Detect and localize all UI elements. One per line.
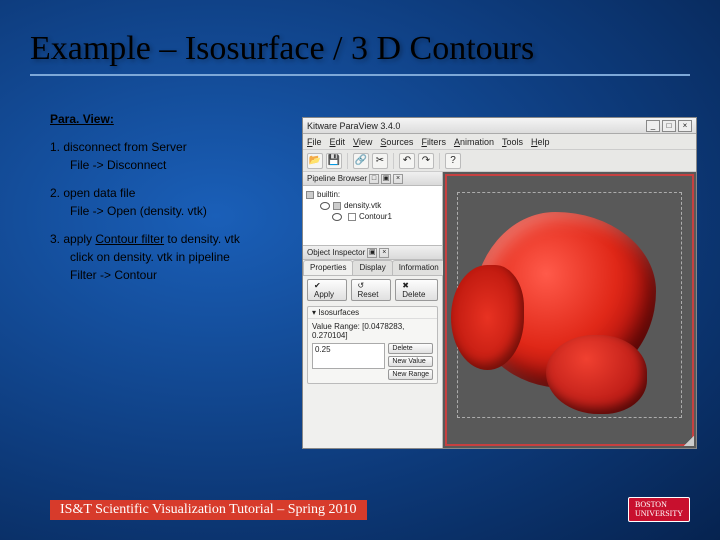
menubar: File Edit View Sources Filters Animation… xyxy=(303,134,696,150)
pane-restore-icon[interactable]: □ xyxy=(369,174,379,184)
bu-line2: UNIVERSITY xyxy=(635,510,683,518)
help-icon[interactable]: ? xyxy=(445,153,461,169)
reset-button[interactable]: ↺ Reset xyxy=(351,279,392,301)
open-icon[interactable]: 📂 xyxy=(307,153,323,169)
boston-university-logo: BOSTON UNIVERSITY xyxy=(628,497,690,522)
resize-grip-icon[interactable] xyxy=(684,436,694,446)
menu-edit[interactable]: Edit xyxy=(330,137,346,147)
menu-sources[interactable]: Sources xyxy=(380,137,413,147)
undo-icon[interactable]: ↶ xyxy=(399,153,415,169)
pane-float-icon[interactable]: ▣ xyxy=(381,174,391,184)
tab-information[interactable]: Information xyxy=(392,260,446,275)
visibility-icon[interactable] xyxy=(320,202,330,210)
delete-button[interactable]: ✖ Delete xyxy=(395,279,438,301)
instructions-heading: Para. View: xyxy=(50,110,310,128)
render-view[interactable] xyxy=(443,172,696,448)
disconnect-icon[interactable]: ✂ xyxy=(372,153,388,169)
tab-display[interactable]: Display xyxy=(352,260,392,275)
visibility-icon[interactable] xyxy=(332,213,342,221)
pane-close-icon[interactable]: × xyxy=(379,248,389,258)
iso-new-value-button[interactable]: New Value xyxy=(388,356,433,367)
menu-tools[interactable]: Tools xyxy=(502,137,523,147)
step-3: 3. apply Contour filter to density. vtk xyxy=(50,230,310,248)
pipeline-browser-header: Pipeline Browser □ ▣ × xyxy=(303,172,442,186)
isosurface-value-list[interactable]: 0.25 xyxy=(312,343,385,369)
server-icon xyxy=(306,191,314,199)
isosurfaces-label: ▾ Isosurfaces xyxy=(308,307,437,319)
menu-file[interactable]: File xyxy=(307,137,322,147)
left-panel: Pipeline Browser □ ▣ × builtin: density.… xyxy=(303,172,443,448)
inspector-tabs: Properties Display Information xyxy=(303,260,442,276)
pipeline-density-label: density.vtk xyxy=(344,201,381,210)
menu-filters[interactable]: Filters xyxy=(421,137,446,147)
filter-icon xyxy=(348,213,356,221)
menu-animation[interactable]: Animation xyxy=(454,137,494,147)
pipeline-browser-title: Pipeline Browser xyxy=(307,174,367,183)
window-title: Kitware ParaView 3.4.0 xyxy=(307,121,400,131)
step-3-sub-1: click on density. vtk in pipeline xyxy=(70,248,310,266)
tab-properties[interactable]: Properties xyxy=(303,260,353,275)
isosurface-geometry xyxy=(473,212,656,388)
step-1: 1. disconnect from Server xyxy=(50,138,310,156)
instructions-block: Para. View: 1. disconnect from Server Fi… xyxy=(50,110,310,284)
menu-help[interactable]: Help xyxy=(531,137,550,147)
pipeline-builtin-label: builtin: xyxy=(317,190,340,199)
step-3-sub-2: Filter -> Contour xyxy=(70,266,310,284)
pane-close-icon[interactable]: × xyxy=(393,174,403,184)
iso-new-range-button[interactable]: New Range xyxy=(388,369,433,380)
pipeline-item-contour[interactable]: Contour1 xyxy=(306,211,439,222)
pipeline-item-builtin[interactable]: builtin: xyxy=(306,189,439,200)
connect-icon[interactable]: 🔗 xyxy=(353,153,369,169)
footer-text: IS&T Scientific Visualization Tutorial –… xyxy=(50,500,367,520)
redo-icon[interactable]: ↷ xyxy=(418,153,434,169)
pane-float-icon[interactable]: ▣ xyxy=(367,248,377,258)
toolbar-row-1: 📂 💾 🔗 ✂ ↶ ↷ ? xyxy=(303,150,696,172)
isosurface-value[interactable]: 0.25 xyxy=(315,345,382,354)
object-inspector: Properties Display Information ✔ Apply ↺… xyxy=(303,260,442,448)
object-inspector-title: Object Inspector xyxy=(307,248,365,257)
apply-button[interactable]: ✔ Apply xyxy=(307,279,347,301)
save-icon[interactable]: 💾 xyxy=(326,153,342,169)
isosurfaces-section: ▾ Isosurfaces Value Range: [0.0478283, 0… xyxy=(307,306,438,384)
iso-delete-button[interactable]: Delete xyxy=(388,343,433,354)
pipeline-browser[interactable]: builtin: density.vtk Contour1 xyxy=(303,186,442,246)
pipeline-contour-label: Contour1 xyxy=(359,212,392,221)
paraview-window: Kitware ParaView 3.4.0 _ □ × File Edit V… xyxy=(302,117,697,449)
value-range-label: Value Range: [0.0478283, 0.270104] xyxy=(312,322,433,340)
pipeline-item-density[interactable]: density.vtk xyxy=(306,200,439,211)
maximize-button[interactable]: □ xyxy=(662,120,676,132)
slide-title: Example – Isosurface / 3 D Contours xyxy=(30,30,690,76)
step-2: 2. open data file xyxy=(50,184,310,202)
object-inspector-header: Object Inspector ▣ × xyxy=(303,246,442,260)
minimize-button[interactable]: _ xyxy=(646,120,660,132)
source-icon xyxy=(333,202,341,210)
step-2-sub-1: File -> Open (density. vtk) xyxy=(70,202,310,220)
step-1-sub-1: File -> Disconnect xyxy=(70,156,310,174)
window-titlebar[interactable]: Kitware ParaView 3.4.0 _ □ × xyxy=(303,118,696,134)
menu-view[interactable]: View xyxy=(353,137,372,147)
close-button[interactable]: × xyxy=(678,120,692,132)
